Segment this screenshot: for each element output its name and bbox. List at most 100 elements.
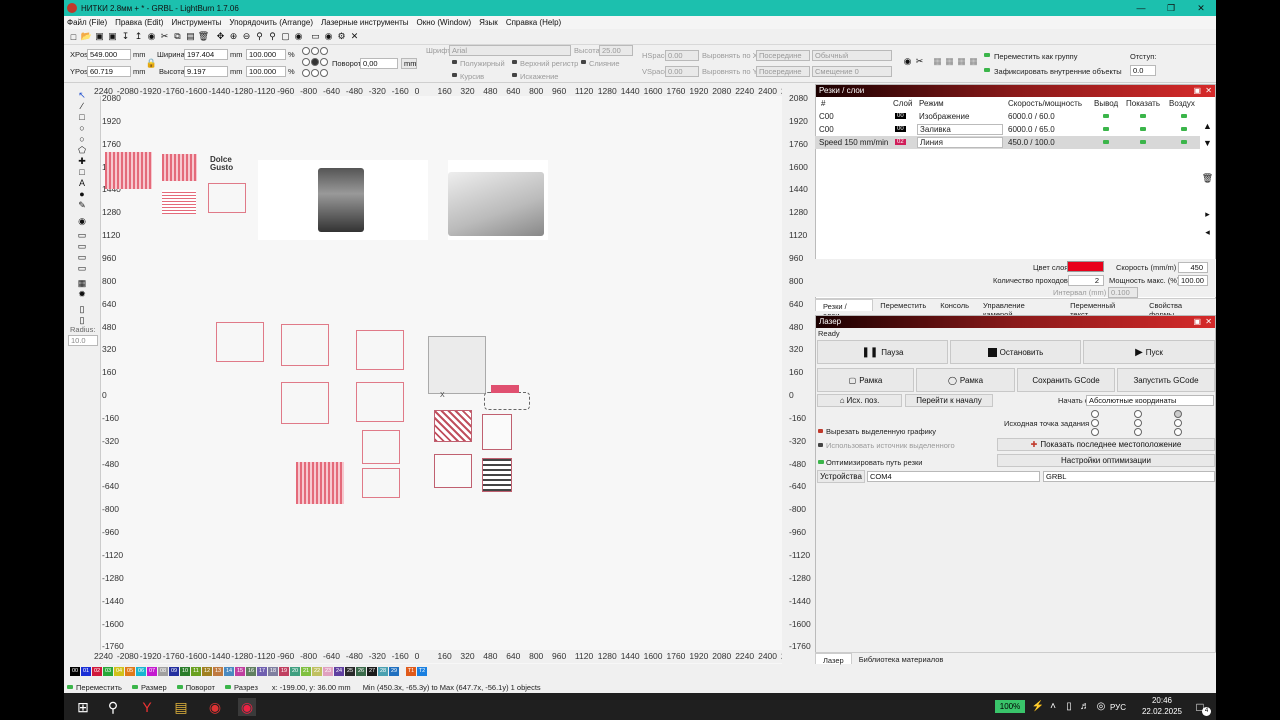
lock-inner-checkbox[interactable]	[984, 68, 990, 72]
origin-radio[interactable]	[1091, 428, 1099, 436]
palette-swatch[interactable]: 21	[301, 667, 311, 676]
move-layer-down-icon[interactable]: ▼	[1202, 137, 1213, 148]
engraving-pattern[interactable]	[105, 152, 152, 189]
engraving-image[interactable]	[434, 410, 472, 442]
height-percent-field[interactable]: 100.000	[246, 66, 286, 77]
units-mm-button[interactable]: mm	[401, 58, 417, 69]
new-file-icon[interactable]: □	[68, 31, 79, 42]
palette-swatch[interactable]: 03	[103, 667, 113, 676]
output-toggle[interactable]	[1103, 114, 1109, 118]
zoom-page-icon[interactable]: ⚲	[267, 31, 278, 42]
settings-icon[interactable]: ⚙	[336, 31, 347, 42]
float-icon[interactable]: ▣	[1193, 316, 1201, 328]
port-select[interactable]: COM4	[867, 471, 1040, 482]
tab-material-library[interactable]: Библиотека материалов	[852, 653, 951, 664]
show-toggle[interactable]	[1140, 114, 1146, 118]
passes-field[interactable]: 2	[1068, 275, 1104, 286]
clock-date[interactable]: 22.02.2025	[1136, 707, 1188, 716]
origin-radio[interactable]	[1134, 428, 1142, 436]
cut-part[interactable]	[362, 468, 400, 498]
ellipse-tool-icon[interactable]: ○	[77, 123, 87, 133]
clock-time[interactable]: 20:46	[1142, 696, 1182, 705]
copy-icon[interactable]: ⧉	[172, 31, 183, 42]
height-field[interactable]: 9.197	[184, 66, 228, 77]
palette-swatch[interactable]: 06	[136, 667, 146, 676]
rotate-toggle[interactable]	[176, 685, 183, 689]
expand-icon[interactable]: ▸	[1202, 209, 1213, 220]
camera-icon[interactable]: ◉	[293, 31, 304, 42]
ypos-field[interactable]: 60.719	[87, 66, 131, 77]
align-y-select[interactable]: Посередине	[756, 66, 810, 77]
palette-swatch[interactable]: 18	[268, 667, 278, 676]
brand-logo[interactable]: Dolce Gusto	[210, 156, 244, 174]
palette-swatch[interactable]: T1	[406, 667, 416, 676]
rubberband-frame-button[interactable]: ◯ Рамка	[916, 368, 1015, 392]
show-toggle[interactable]	[1140, 140, 1146, 144]
engraving-image[interactable]	[482, 414, 512, 450]
tabs-tool-icon[interactable]: ▭	[77, 230, 87, 240]
palette-swatch[interactable]: 23	[323, 667, 333, 676]
menu-help[interactable]: Справка (Help)	[506, 18, 561, 27]
menu-edit[interactable]: Правка (Edit)	[115, 18, 163, 27]
boolean-tool-icon[interactable]: ▭	[77, 263, 87, 273]
layer-row[interactable]: C00 00 Изображение 6000.0 / 60.0	[815, 110, 1200, 123]
palette-swatch[interactable]: 13	[213, 667, 223, 676]
bold-checkbox[interactable]	[452, 60, 457, 64]
anchor-center[interactable]	[311, 58, 319, 66]
render-image-2[interactable]	[448, 160, 548, 240]
palette-swatch[interactable]: 17	[257, 667, 267, 676]
rectangle-tool-icon[interactable]: □	[77, 112, 87, 122]
menu-window[interactable]: Окно (Window)	[417, 18, 472, 27]
pause-button[interactable]: ❚❚ Пауза	[817, 340, 948, 364]
palette-swatch[interactable]: T2	[417, 667, 427, 676]
collapse-icon[interactable]: ◂	[1202, 227, 1213, 238]
width-percent-field[interactable]: 100.000	[246, 49, 286, 60]
edit-nodes-icon[interactable]: ∕	[77, 101, 87, 111]
font-select[interactable]: Arial	[449, 45, 571, 56]
tab-console[interactable]: Консоль	[933, 299, 976, 311]
zoom-in-icon[interactable]: ⊕	[228, 31, 239, 42]
engraving-image[interactable]	[482, 458, 512, 492]
stop-button[interactable]: Остановить	[950, 340, 1081, 364]
menu-language[interactable]: Язык	[479, 18, 498, 27]
air-toggle[interactable]	[1181, 114, 1187, 118]
optimization-settings-button[interactable]: Настройки оптимизации	[997, 454, 1215, 467]
frame-button[interactable]: ▢ Рамка	[817, 368, 914, 392]
padding-field[interactable]: 0.0	[1130, 65, 1156, 76]
origin-radio[interactable]	[1174, 428, 1182, 436]
output-toggle[interactable]	[1103, 127, 1109, 131]
paste-icon[interactable]: ▤	[185, 31, 196, 42]
search-icon[interactable]: ⚲	[104, 698, 122, 716]
camera-tool-icon[interactable]: ◉	[77, 216, 87, 226]
rotate-field[interactable]: 0,00	[360, 58, 398, 69]
go-to-origin-button[interactable]: Перейти к началу	[905, 394, 993, 407]
language-indicator[interactable]: РУС	[1110, 703, 1126, 712]
align-left-icon[interactable]: ▦	[932, 56, 943, 67]
origin-radio[interactable]	[1174, 419, 1182, 427]
render-image-1[interactable]	[258, 160, 428, 240]
cut-part[interactable]	[356, 330, 404, 370]
sewing-machine-image[interactable]	[434, 454, 472, 488]
palette-swatch[interactable]: 25	[345, 667, 355, 676]
anchor-bl[interactable]	[302, 69, 310, 77]
text-tool-icon[interactable]: □	[77, 167, 87, 177]
palette-swatch[interactable]: 29	[389, 667, 399, 676]
dot-grid-pattern[interactable]	[162, 190, 196, 214]
dock-tools-icon[interactable]: ✂	[914, 56, 925, 67]
offset-tool-icon[interactable]: ▭	[77, 252, 87, 262]
select-tool-icon[interactable]: ↖	[77, 90, 87, 100]
optimize-checkbox[interactable]	[818, 460, 824, 464]
zoom-frame-icon[interactable]: ⚲	[254, 31, 265, 42]
start-button[interactable]: ▶ Пуск	[1083, 340, 1215, 364]
show-last-position-button[interactable]: ✚ Показать последнее местоположение	[997, 438, 1215, 451]
palette-swatch[interactable]: 01	[81, 667, 91, 676]
distribute-icon[interactable]: ▦	[968, 56, 979, 67]
radius-field[interactable]: 10.0	[68, 335, 98, 346]
copy-tool-icon[interactable]: ▭	[77, 241, 87, 251]
cut-part[interactable]	[356, 382, 404, 422]
tab-cuts-layers[interactable]: Резки / слои	[815, 299, 874, 320]
palette-swatch[interactable]: 10	[180, 667, 190, 676]
output-toggle[interactable]	[1103, 140, 1109, 144]
save-icon[interactable]: ▣	[94, 31, 105, 42]
cut-part[interactable]	[362, 430, 400, 464]
